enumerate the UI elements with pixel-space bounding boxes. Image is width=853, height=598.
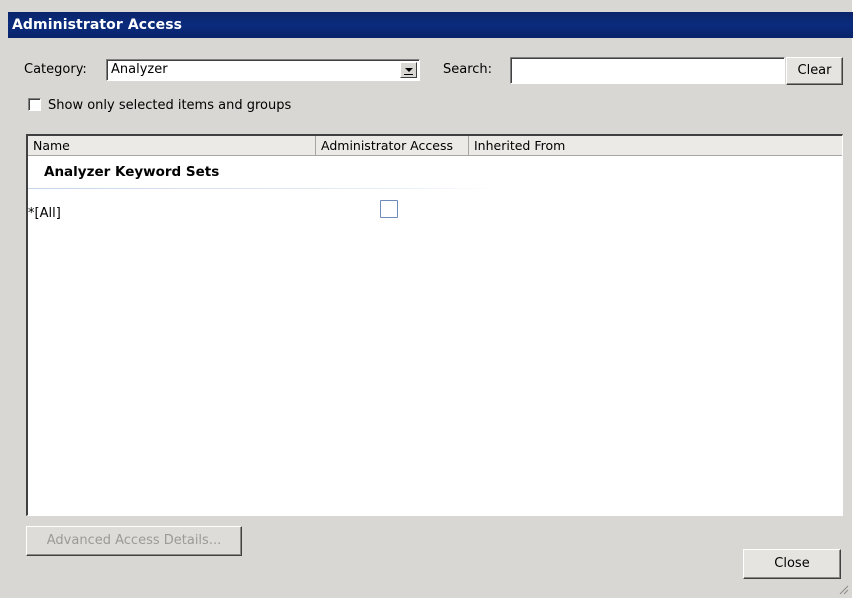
resize-grip-icon[interactable]	[837, 583, 849, 595]
group-divider	[28, 188, 498, 189]
clear-button[interactable]: Clear	[786, 57, 843, 85]
show-selected-checkbox[interactable]	[28, 98, 41, 111]
close-button[interactable]: Close	[743, 549, 841, 579]
access-list[interactable]: Name Administrator Access Inherited From…	[26, 134, 843, 516]
show-selected-label: Show only selected items and groups	[48, 98, 292, 113]
administrator-access-checkbox[interactable]	[380, 200, 398, 218]
chevron-down-icon[interactable]	[400, 62, 417, 78]
category-value: Analyzer	[111, 62, 168, 77]
advanced-access-details-button[interactable]: Advanced Access Details...	[26, 526, 242, 556]
list-header: Name Administrator Access Inherited From	[28, 136, 842, 156]
column-header-inherited-from[interactable]: Inherited From	[469, 136, 842, 156]
search-input[interactable]	[510, 57, 785, 84]
table-row-name[interactable]: *[All]	[28, 206, 61, 221]
category-dropdown[interactable]: Analyzer	[106, 59, 420, 81]
search-label: Search:	[443, 62, 493, 77]
column-header-name[interactable]: Name	[28, 136, 316, 156]
category-label: Category:	[24, 62, 87, 77]
column-header-administrator-access[interactable]: Administrator Access	[316, 136, 469, 156]
dialog-title: Administrator Access	[8, 12, 853, 38]
group-header: Analyzer Keyword Sets	[44, 164, 220, 180]
administrator-access-dialog: Administrator Access Category: Analyzer …	[0, 0, 853, 598]
